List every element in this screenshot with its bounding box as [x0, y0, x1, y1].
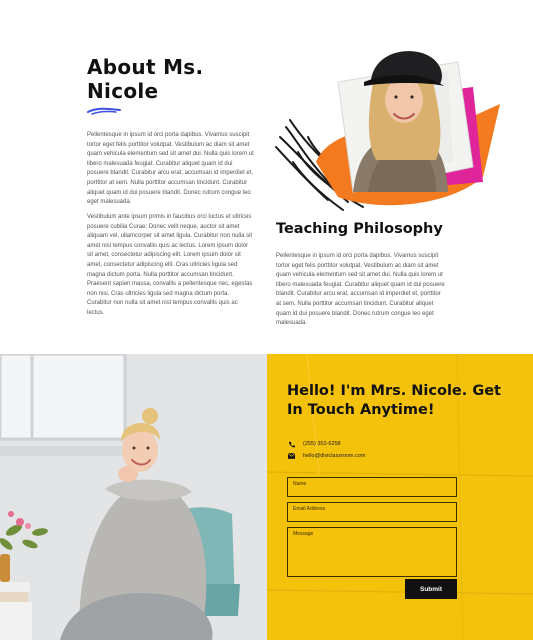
phone-row: (255) 352-6258 — [287, 440, 341, 448]
message-field[interactable]: Message — [287, 527, 457, 577]
contact-title: Hello! I'm Mrs. Nicole. Get In Touch Any… — [287, 383, 501, 418]
teaching-philosophy-title: Teaching Philosophy — [276, 221, 443, 237]
teacher-collage-image — [275, 51, 500, 211]
teaching-philosophy-paragraph: Pellentesque in ipsum id orci porta dapi… — [276, 253, 445, 327]
email-address[interactable]: hello@diviclassroom.com — [303, 453, 365, 459]
about-paragraph-1: Pellentesque in ipsum id orci porta dapi… — [87, 132, 254, 206]
squiggle-underline — [87, 107, 121, 115]
phone-number[interactable]: (255) 352-6258 — [303, 441, 341, 447]
submit-button[interactable]: Submit — [405, 579, 457, 599]
phone-icon — [287, 440, 295, 448]
contact-section: Hello! I'm Mrs. Nicole. Get In Touch Any… — [267, 354, 533, 640]
email-row: hello@diviclassroom.com — [287, 452, 365, 460]
name-field[interactable]: Name — [287, 477, 457, 497]
page: About Ms. Nicole Pellentesque in ipsum i… — [0, 0, 533, 640]
teacher-photo — [0, 354, 267, 640]
email-field[interactable]: Email Address — [287, 502, 457, 522]
envelope-icon — [287, 452, 295, 460]
about-title: About Ms. Nicole — [87, 55, 204, 103]
about-paragraph-2: Vestibulum ante ipsum primis in faucibus… — [87, 214, 253, 316]
